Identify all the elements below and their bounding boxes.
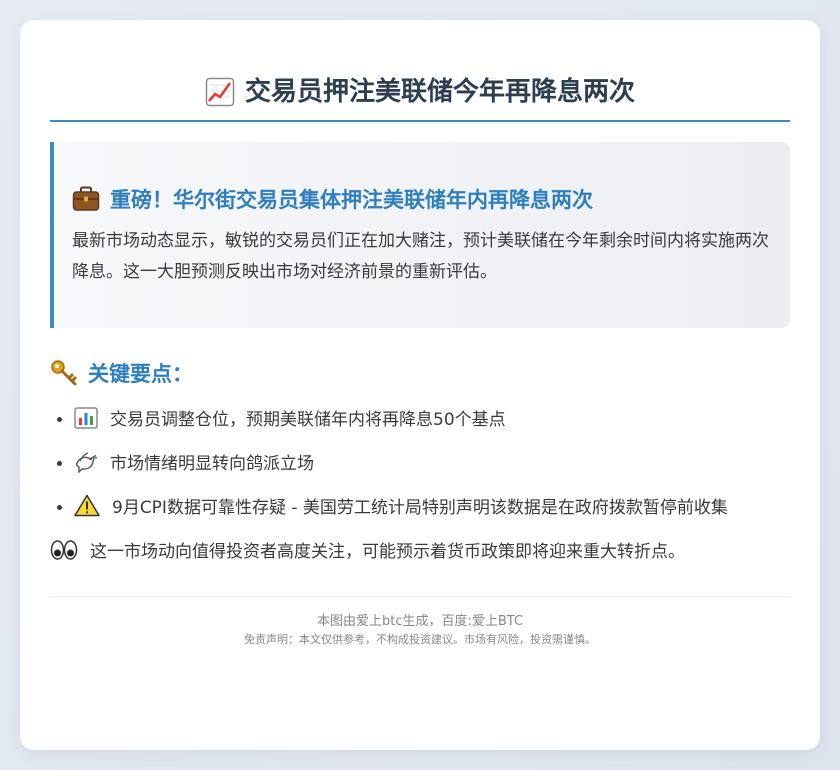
dove-icon	[75, 452, 98, 473]
briefcase-icon	[72, 186, 100, 211]
page-title-text: 交易员押注美联储今年再降息两次	[244, 77, 635, 107]
highlight-heading-text: 重磅！华尔街交易员集体押注美联储年内再降息两次	[110, 188, 593, 212]
warning-icon	[74, 494, 100, 517]
footer-credit: 本图由爱上btc生成，百度:爱上BTC	[316, 614, 524, 629]
closing-note-text: 这一市场动向值得投资者高度关注，可能预示着货币政策即将迎来重大转折点。	[90, 542, 685, 562]
eyes-icon	[50, 540, 78, 560]
highlight-box: 重磅！华尔街交易员集体押注美联储年内再降息两次 最新市场动态显示，敏锐的交易员们…	[50, 142, 790, 328]
key-points-list: 交易员调整仓位，预期美联储年内将再降息50个基点 市场情绪明显转向鸽派立场 9月…	[50, 406, 790, 522]
key-icon	[51, 360, 77, 386]
footer-disclaimer: 免责声明：本文仅供参考，不构成投资建议。市场有风险，投资需谨慎。	[244, 633, 596, 646]
list-item: 市场情绪明显转向鸽派立场	[74, 450, 790, 478]
page-title: 交易员押注美联储今年再降息两次	[50, 20, 790, 122]
closing-note: 这一市场动向值得投资者高度关注，可能预示着货币政策即将迎来重大转折点。	[50, 538, 790, 566]
key-points-heading-text: 关键要点：	[88, 362, 193, 386]
list-item-text: 交易员调整仓位，预期美联储年内将再降息50个基点	[110, 410, 506, 430]
list-item: 9月CPI数据可靠性存疑 - 美国劳工统计局特别声明该数据是在政府拨款暂停前收集	[74, 494, 790, 522]
list-item-text: 市场情绪明显转向鸽派立场	[110, 454, 314, 474]
chart-increasing-icon	[205, 77, 235, 107]
footer: 本图由爱上btc生成，百度:爱上BTC 免责声明：本文仅供参考，不构成投资建议。…	[50, 597, 790, 647]
bar-chart-icon	[74, 407, 98, 429]
list-item-text: 9月CPI数据可靠性存疑 - 美国劳工统计局特别声明该数据是在政府拨款暂停前收集	[112, 498, 728, 518]
highlight-heading: 重磅！华尔街交易员集体押注美联储年内再降息两次	[72, 182, 772, 216]
list-item: 交易员调整仓位，预期美联储年内将再降息50个基点	[74, 406, 790, 434]
article-card: 交易员押注美联储今年再降息两次 重磅！华尔街交易员集体押注美联储年内再降息两次 …	[20, 20, 820, 750]
highlight-body: 最新市场动态显示，敏锐的交易员们正在加大赌注，预计美联储在今年剩余时间内将实施两…	[72, 231, 769, 282]
key-points-heading: 关键要点：	[50, 356, 790, 390]
